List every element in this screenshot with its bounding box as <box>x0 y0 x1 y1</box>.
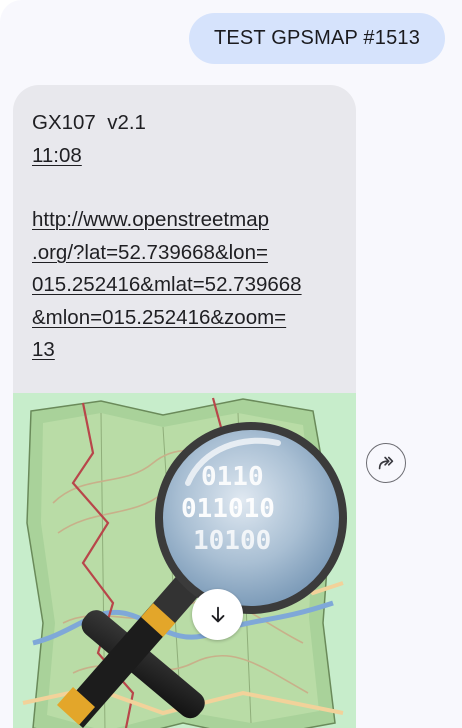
outgoing-message-text: TEST GPSMAP #1513 <box>213 27 421 49</box>
forward-message-button[interactable] <box>366 443 406 483</box>
message-header: GX107 v2.1 <box>32 111 146 134</box>
svg-text:10100: 10100 <box>193 526 271 556</box>
conversation-screen: TEST GPSMAP #1513 GX107 v2.1 11:08 http:… <box>0 0 462 728</box>
map-url-link-line-3[interactable]: 015.252416&mlat=52.739668 <box>32 273 302 296</box>
incoming-message-bubble[interactable]: GX107 v2.1 11:08 http://www.openstreetma… <box>13 85 356 728</box>
map-url-link-line-2[interactable]: .org/?lat=52.739668&lon= <box>32 241 268 264</box>
link-preview-image[interactable]: 0110 011010 10100 <box>13 393 356 728</box>
time-link[interactable]: 11:08 <box>32 144 82 167</box>
map-url-link-line-5[interactable]: 13 <box>32 338 55 361</box>
outgoing-message-bubble[interactable]: TEST GPSMAP #1513 <box>189 13 445 64</box>
map-url-link-line-1[interactable]: http://www.openstreetmap <box>32 208 269 231</box>
map-url-link-line-4[interactable]: &mlon=015.252416&zoom= <box>32 306 286 329</box>
incoming-message-text: GX107 v2.1 11:08 http://www.openstreetma… <box>32 107 346 367</box>
share-forward-icon <box>378 456 394 470</box>
openstreetmap-logo-icon: 0110 011010 10100 <box>13 393 356 728</box>
arrow-down-icon <box>211 606 224 622</box>
svg-text:011010: 011010 <box>181 494 275 524</box>
download-button[interactable] <box>192 589 243 640</box>
svg-text:0110: 0110 <box>201 462 264 492</box>
